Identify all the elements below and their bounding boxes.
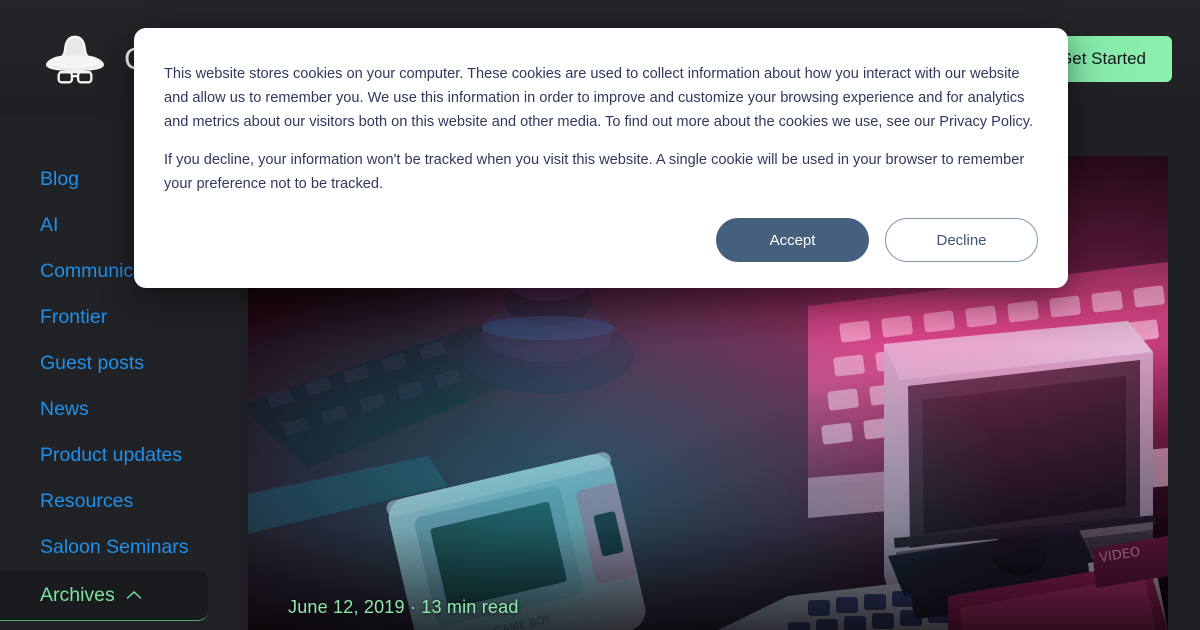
sidebar-item-guest-posts[interactable]: Guest posts bbox=[0, 340, 240, 386]
sidebar-item-frontier[interactable]: Frontier bbox=[0, 294, 240, 340]
cowboy-hat-glasses-icon bbox=[45, 35, 105, 84]
page-root: Gruntwork Products Services Pricing Cust… bbox=[0, 0, 1200, 630]
sidebar-item-resources[interactable]: Resources bbox=[0, 478, 240, 524]
chevron-up-icon bbox=[126, 591, 141, 599]
cookie-paragraph-2: If you decline, your information won't b… bbox=[164, 152, 1025, 192]
cookie-accept-button[interactable]: Accept bbox=[716, 218, 869, 262]
sidebar-item-label: Archives bbox=[40, 584, 115, 606]
sidebar-item-product-updates[interactable]: Product updates bbox=[0, 432, 240, 478]
article-meta: June 12, 2019 · 13 min read bbox=[288, 597, 519, 617]
sidebar-item-saloon-seminars[interactable]: Saloon Seminars bbox=[0, 524, 240, 570]
cookie-decline-button[interactable]: Decline bbox=[885, 218, 1038, 262]
cookie-consent-dialog: This website stores cookies on your comp… bbox=[134, 28, 1068, 288]
cookie-actions: Accept Decline bbox=[716, 218, 1038, 262]
sidebar-item-news[interactable]: News bbox=[0, 386, 240, 432]
sidebar-item-archives[interactable]: Archives bbox=[0, 570, 208, 621]
cookie-paragraph-1: This website stores cookies on your comp… bbox=[164, 66, 1034, 130]
